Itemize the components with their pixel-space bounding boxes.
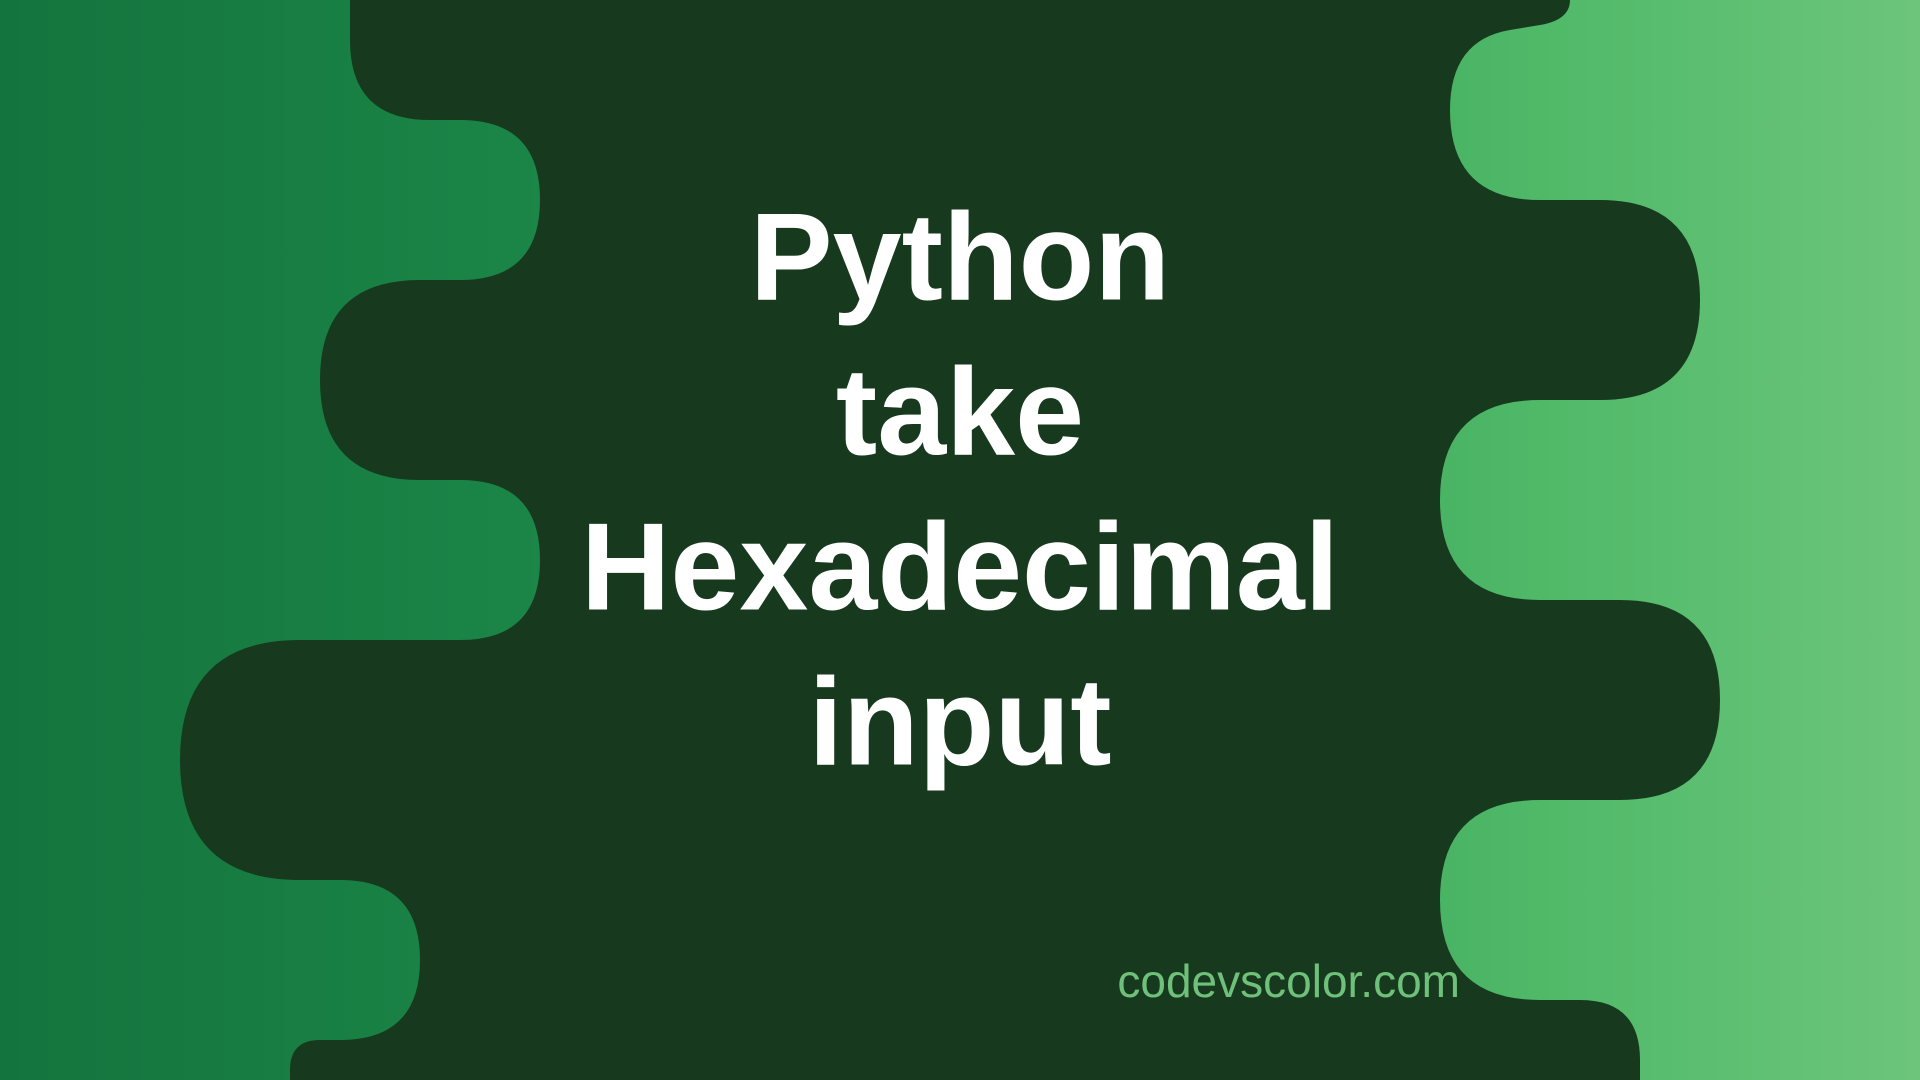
title-line-4: input <box>581 645 1339 800</box>
title-line-1: Python <box>581 180 1339 335</box>
main-title: Python take Hexadecimal input <box>581 180 1339 800</box>
title-line-2: take <box>581 335 1339 490</box>
footer-url: codevscolor.com <box>1117 954 1460 1008</box>
title-line-3: Hexadecimal <box>581 490 1339 645</box>
